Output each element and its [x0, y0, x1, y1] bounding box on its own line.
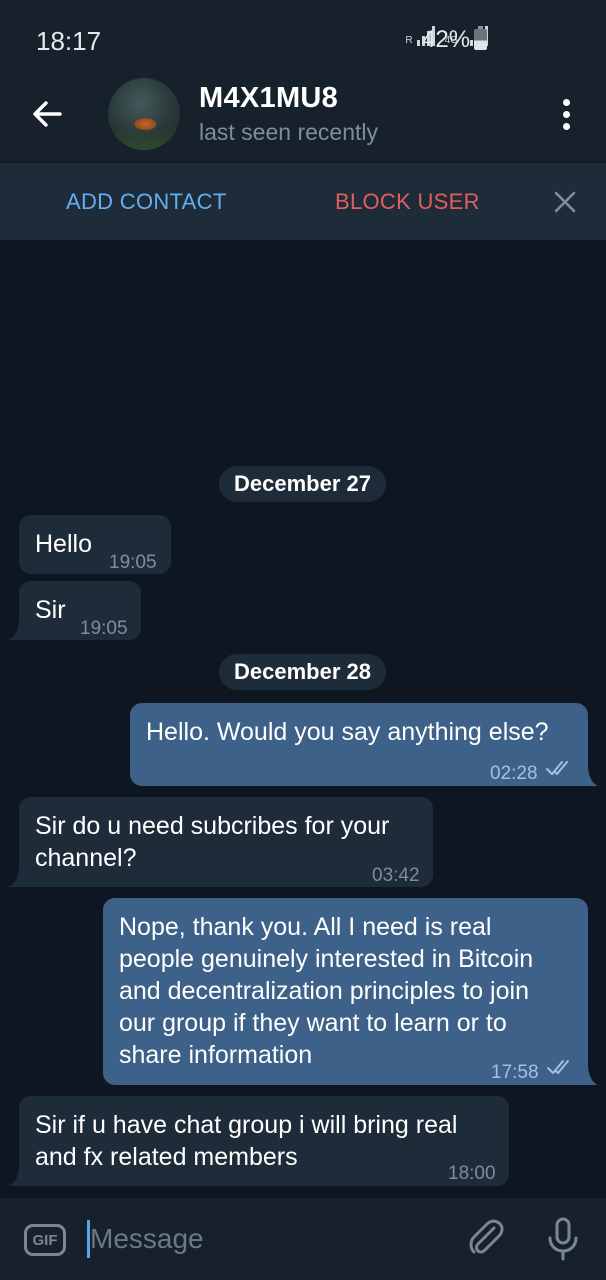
- status-time: 18:17: [36, 26, 102, 56]
- close-icon[interactable]: [550, 187, 580, 217]
- message-time: 17:58: [491, 1062, 539, 1083]
- message-time: 19:05: [109, 552, 157, 573]
- message-bubble-incoming[interactable]: Sir do u need subcribes for your channel…: [19, 797, 433, 887]
- message-text: Hello: [35, 530, 92, 558]
- paperclip-icon[interactable]: [464, 1216, 508, 1260]
- message-text: Sir if u have chat group i will bring re…: [35, 1111, 458, 1171]
- message-time: 18:00: [448, 1163, 496, 1184]
- contact-name[interactable]: M4X1MU8: [199, 82, 338, 115]
- date-separator: December 27: [219, 466, 386, 502]
- battery-percent: 42%: [422, 26, 471, 53]
- action-bar: ADD CONTACT BLOCK USER: [0, 162, 606, 240]
- bubble-tail: [588, 768, 598, 786]
- message-bubble-incoming[interactable]: Sir 19:05: [19, 581, 141, 640]
- message-input-bar: GIF: [0, 1198, 606, 1280]
- message-text: Hello. Would you say anything else?: [146, 718, 549, 746]
- message-text: Sir do u need subcribes for your channel…: [35, 812, 390, 872]
- message-bubble-outgoing[interactable]: Nope, thank you. All I need is real peop…: [103, 898, 588, 1085]
- message-text: Nope, thank you. All I need is real peop…: [119, 913, 534, 1069]
- bubble-tail: [8, 869, 19, 887]
- add-contact-button[interactable]: ADD CONTACT: [66, 189, 227, 215]
- back-button[interactable]: [26, 93, 68, 135]
- bubble-tail: [588, 1067, 598, 1085]
- date-separator: December 28: [219, 654, 386, 690]
- double-check-icon: [547, 1060, 569, 1074]
- bubble-tail: [8, 1168, 19, 1186]
- status-bar: 18:17 R 4G 42%: [0, 0, 606, 66]
- gif-button[interactable]: GIF: [24, 1224, 66, 1256]
- arrow-left-icon: [33, 101, 62, 127]
- more-vertical-icon[interactable]: [548, 94, 584, 134]
- message-input[interactable]: [90, 1219, 440, 1259]
- chat-header: M4X1MU8 last seen recently: [0, 66, 606, 162]
- avatar[interactable]: [108, 78, 180, 150]
- message-time: 19:05: [80, 618, 128, 639]
- message-time: 02:28: [490, 763, 538, 784]
- contact-status: last seen recently: [199, 119, 378, 145]
- battery-icon: [474, 26, 487, 50]
- double-check-icon: [546, 761, 568, 775]
- block-user-button[interactable]: BLOCK USER: [335, 189, 480, 215]
- bubble-tail: [8, 622, 19, 640]
- message-bubble-incoming[interactable]: Sir if u have chat group i will bring re…: [19, 1096, 509, 1186]
- message-bubble-outgoing[interactable]: Hello. Would you say anything else? 02:2…: [130, 703, 588, 786]
- message-bubble-incoming[interactable]: Hello 19:05: [19, 515, 171, 574]
- microphone-icon[interactable]: [544, 1216, 582, 1262]
- message-time: 03:42: [372, 865, 420, 886]
- message-text: Sir: [35, 596, 66, 624]
